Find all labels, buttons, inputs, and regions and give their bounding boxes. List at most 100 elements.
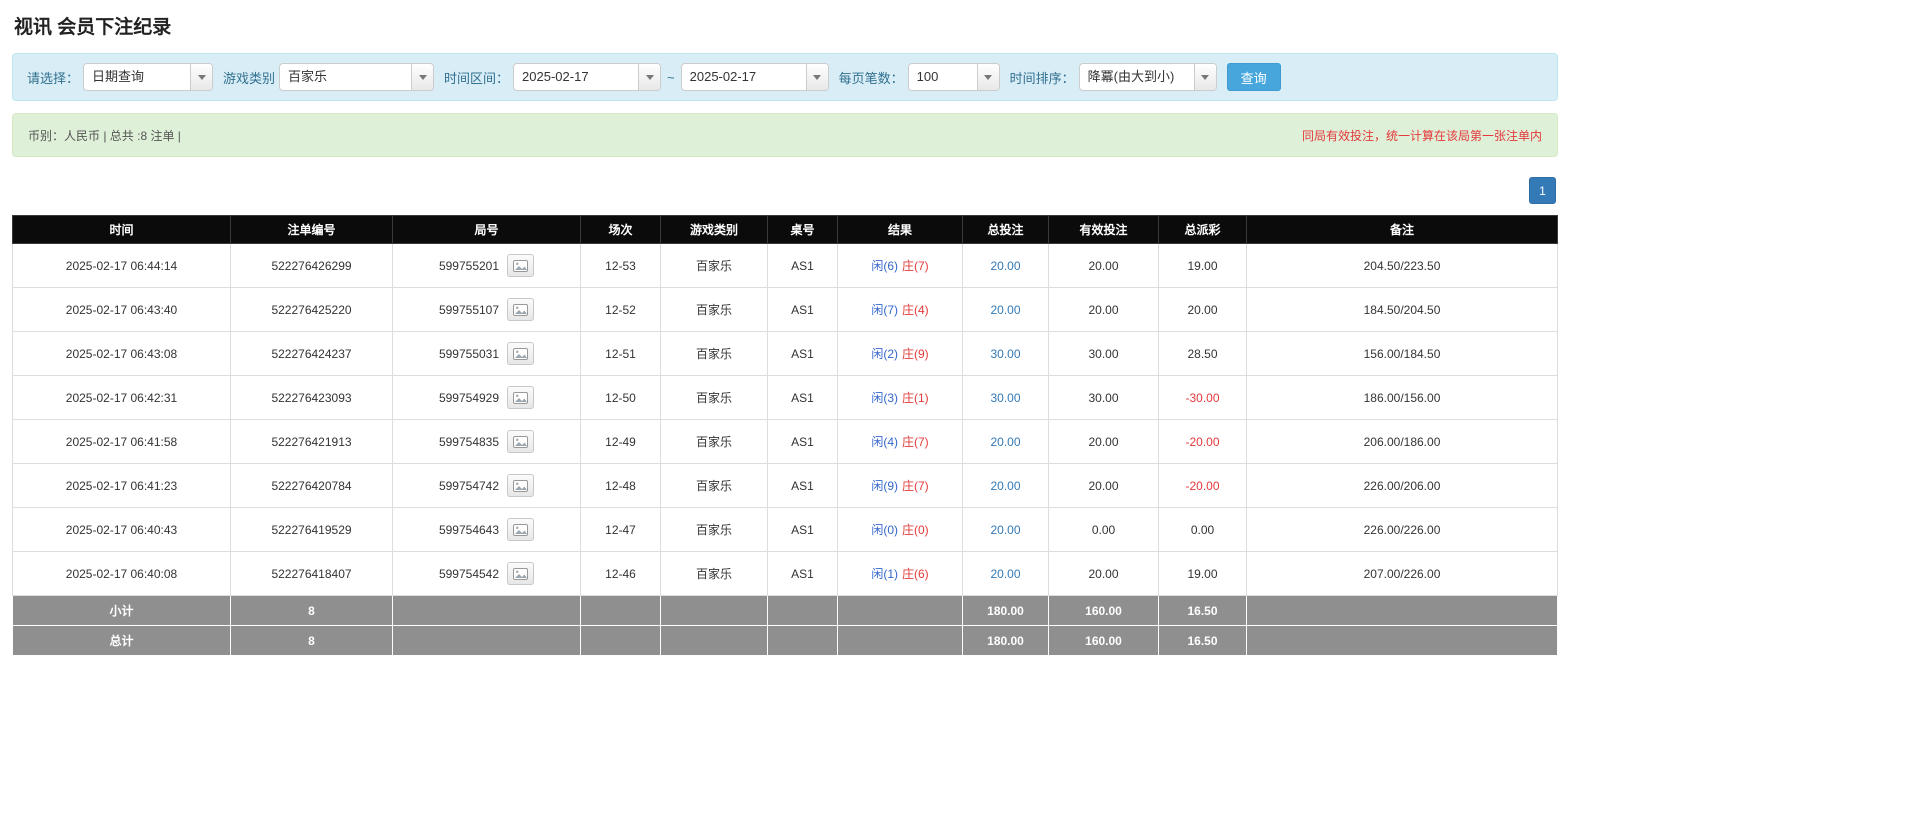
view-cards-button[interactable] [507,254,535,277]
empty-cell [767,625,838,656]
summary-bar: 币别：人民币 | 总共 :8 注单 | 同局有效投注，统一计算在该局第一张注单内 [12,113,1558,157]
cell-table-no: AS1 [767,375,838,420]
chevron-down-icon[interactable] [638,64,661,90]
chevron-down-icon[interactable] [190,64,213,90]
cell-result: 闲(9) 庄(7) [837,463,963,508]
cell-bet-id: 522276425220 [230,287,393,332]
subtotal-payout: 16.50 [1158,595,1247,626]
page-size-value: 100 [916,69,939,84]
cell-valid-bet: 20.00 [1048,551,1159,596]
cell-total-bet[interactable]: 30.00 [962,375,1049,420]
cell-valid-bet: 20.00 [1048,287,1159,332]
cards-icon [513,523,529,536]
round-id: 599755201 [438,258,500,273]
view-cards-button[interactable] [507,518,535,541]
round-id: 599754929 [438,390,500,405]
table-row: 2025-02-17 06:40:43 522276419529 599754643… [12,507,1558,552]
date-from-select[interactable]: 2025-02-17 [513,63,662,91]
header-total-bet: 总投注 [962,215,1049,244]
header-valid-bet: 有效投注 [1048,215,1159,244]
cell-result: 闲(3) 庄(1) [837,375,963,420]
cell-payout: 0.00 [1158,507,1247,552]
cell-table-no: AS1 [767,331,838,376]
result-banker: 庄(0) [902,523,929,537]
view-cards-button[interactable] [507,562,535,585]
total-count: 8 [230,625,393,656]
cell-game-type: 百家乐 [660,507,768,552]
cell-table-no: AS1 [767,243,838,288]
cell-remark: 226.00/226.00 [1246,507,1558,552]
cell-remark: 184.50/204.50 [1246,287,1558,332]
table-row: 2025-02-17 06:44:14 522276426299 599755201… [12,243,1558,288]
chevron-down-icon[interactable] [411,64,434,90]
cards-icon [513,303,529,316]
chevron-down-icon[interactable] [805,64,828,90]
cell-bet-id: 522276423093 [230,375,393,420]
total-label: 总计 [12,625,231,656]
cell-total-bet[interactable]: 20.00 [962,287,1049,332]
view-cards-button[interactable] [507,386,535,409]
cell-total-bet[interactable]: 20.00 [962,243,1049,288]
cell-total-bet[interactable]: 20.00 [962,419,1049,464]
cell-round-id: 599754542 [392,551,581,596]
cell-valid-bet: 0.00 [1048,507,1159,552]
cell-remark: 226.00/206.00 [1246,463,1558,508]
page-button-1[interactable]: 1 [1529,177,1556,204]
cards-icon [513,435,529,448]
game-type-select[interactable]: 百家乐 [279,63,435,91]
cell-total-bet[interactable]: 20.00 [962,551,1049,596]
sort-select[interactable]: 降冪(由大到小) [1078,63,1217,91]
game-type-value: 百家乐 [288,69,328,84]
header-remark: 备注 [1246,215,1558,244]
cell-round-id: 599755201 [392,243,581,288]
cell-time: 2025-02-17 06:44:14 [12,243,231,288]
table-row: 2025-02-17 06:43:08 522276424237 599755031… [12,331,1558,376]
cell-game-type: 百家乐 [660,243,768,288]
cell-valid-bet: 20.00 [1048,463,1159,508]
cell-round-id: 599754835 [392,419,581,464]
cell-round-id: 599754742 [392,463,581,508]
date-to-select[interactable]: 2025-02-17 [680,63,829,91]
cell-remark: 186.00/156.00 [1246,375,1558,420]
cell-game-type: 百家乐 [660,331,768,376]
round-id: 599754742 [438,478,500,493]
table-header-row: 时间 注单编号 局号 场次 游戏类别 桌号 结果 总投注 有效投注 总派彩 备注 [12,215,1558,244]
header-game-type: 游戏类别 [660,215,768,244]
result-banker: 庄(6) [902,567,929,581]
chevron-down-icon[interactable] [976,64,999,90]
query-type-select[interactable]: 日期查询 [83,63,214,91]
cell-round-id: 599755107 [392,287,581,332]
total-payout: 16.50 [1158,625,1247,656]
view-cards-button[interactable] [507,430,535,453]
table-row: 2025-02-17 06:41:58 522276421913 599754835… [12,419,1558,464]
cell-bet-id: 522276424237 [230,331,393,376]
date-range-separator: ~ [667,69,675,85]
result-banker: 庄(7) [902,479,929,493]
cell-payout: 28.50 [1158,331,1247,376]
cell-session: 12-51 [580,331,661,376]
cell-table-no: AS1 [767,419,838,464]
search-button[interactable]: 查询 [1226,63,1281,91]
cell-bet-id: 522276419529 [230,507,393,552]
subtotal-valid-bet: 160.00 [1048,595,1159,626]
cell-valid-bet: 20.00 [1048,243,1159,288]
cell-total-bet[interactable]: 30.00 [962,331,1049,376]
cell-game-type: 百家乐 [660,419,768,464]
view-cards-button[interactable] [507,298,535,321]
sort-value: 降冪(由大到小) [1087,69,1175,84]
cell-remark: 204.50/223.50 [1246,243,1558,288]
table-row: 2025-02-17 06:43:40 522276425220 599755107… [12,287,1558,332]
cell-result: 闲(0) 庄(0) [837,507,963,552]
empty-cell [580,625,661,656]
cell-total-bet[interactable]: 20.00 [962,507,1049,552]
page-size-select[interactable]: 100 [907,63,1000,91]
result-player: 闲(3) [871,391,898,405]
cell-payout: -20.00 [1158,463,1247,508]
view-cards-button[interactable] [507,474,535,497]
cell-bet-id: 522276421913 [230,419,393,464]
result-banker: 庄(1) [902,391,929,405]
empty-cell [1246,625,1558,656]
chevron-down-icon[interactable] [1193,64,1216,90]
cell-total-bet[interactable]: 20.00 [962,463,1049,508]
view-cards-button[interactable] [507,342,535,365]
